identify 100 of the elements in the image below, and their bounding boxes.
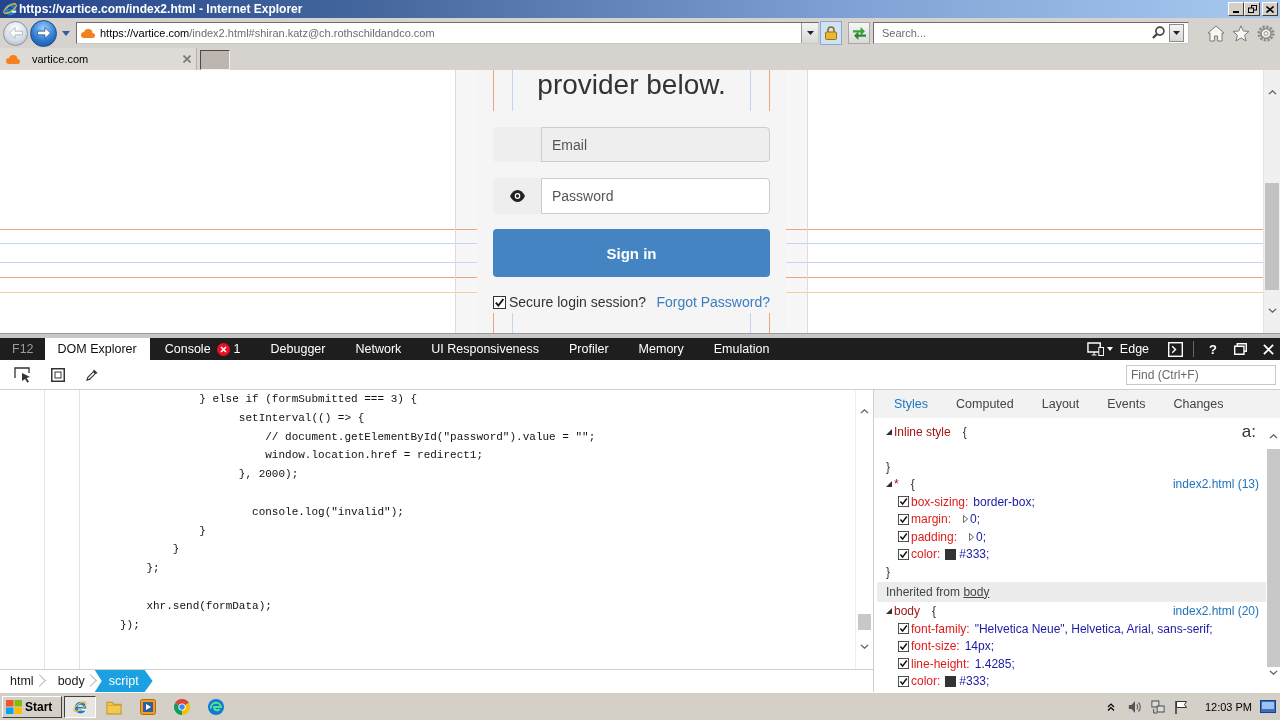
sign-in-button[interactable]: Sign in xyxy=(493,229,770,277)
color-swatch-icon[interactable] xyxy=(945,548,957,560)
property-name: margin: xyxy=(911,512,951,527)
home-icon[interactable] xyxy=(1207,24,1225,42)
expanded-triangle-icon[interactable] xyxy=(886,481,892,488)
star-icon[interactable] xyxy=(1232,24,1250,42)
body-link[interactable]: body xyxy=(963,584,990,599)
search-field[interactable]: Search... xyxy=(873,22,1189,44)
pseudo-state-toggle[interactable]: a: xyxy=(1241,423,1256,441)
property-name: color: xyxy=(911,674,941,689)
new-tab-button[interactable] xyxy=(200,50,230,70)
show-desktop-icon[interactable] xyxy=(1260,700,1276,713)
start-button[interactable]: Start xyxy=(2,695,62,718)
devtools-tab[interactable]: Emulation xyxy=(698,338,785,360)
devtools-tab[interactable]: UI Responsiveness xyxy=(416,338,554,360)
caret-down-icon[interactable] xyxy=(62,30,70,36)
input-addon xyxy=(493,127,541,162)
code-line: xhr.send(formData); xyxy=(146,599,272,612)
secure-login-label: Secure login session? xyxy=(509,294,646,310)
minimize-button[interactable] xyxy=(1228,2,1244,16)
select-element-icon[interactable] xyxy=(14,366,31,383)
search-icon[interactable] xyxy=(1152,26,1165,39)
open-brace: { xyxy=(932,604,937,619)
chevron-up-icon[interactable] xyxy=(860,409,869,414)
expanded-triangle-icon[interactable] xyxy=(886,428,892,435)
styles-tab[interactable]: Computed xyxy=(942,397,1028,411)
forward-button[interactable] xyxy=(30,19,57,47)
network-icon[interactable] xyxy=(1150,699,1165,714)
caret-down-icon xyxy=(1106,347,1113,351)
css-selector: body xyxy=(894,604,921,619)
search-dropdown-button[interactable] xyxy=(1169,24,1184,42)
devtools-tab[interactable]: Memory xyxy=(623,338,699,360)
checkbox[interactable] xyxy=(493,295,506,309)
expand-triangle-icon[interactable] xyxy=(963,515,968,524)
browser-tab[interactable]: vartice.com xyxy=(0,48,197,70)
cloud-icon xyxy=(81,28,95,38)
property-value: #333; xyxy=(959,547,990,562)
property-value: #333; xyxy=(959,674,990,689)
console-icon[interactable] xyxy=(1168,341,1184,357)
checkbox[interactable] xyxy=(898,548,909,560)
page-heading: provider below. xyxy=(537,70,726,100)
property-value: "Helvetica Neue", Helvetica, Arial, sans-serif; xyxy=(974,621,1213,636)
chevron-up-icon[interactable] xyxy=(1268,434,1278,439)
address-dropdown-button[interactable] xyxy=(801,23,818,43)
taskbar-button[interactable] xyxy=(64,695,96,718)
refresh-button[interactable] xyxy=(848,22,870,44)
scrollbar-thumb[interactable] xyxy=(1265,183,1279,290)
devtools-tab[interactable]: Network xyxy=(340,338,417,360)
square-outline-icon[interactable] xyxy=(51,367,65,382)
find-field[interactable]: Find (Ctrl+F) xyxy=(1126,364,1276,385)
checkbox[interactable] xyxy=(898,675,909,687)
emulation-mode-dropdown[interactable]: Edge xyxy=(1086,342,1150,356)
error-count: 1 xyxy=(233,342,241,356)
chevron-down-icon[interactable] xyxy=(1268,670,1278,675)
devtools-tab[interactable]: DOM Explorer xyxy=(44,338,150,360)
devtools-tab[interactable]: Profiler xyxy=(554,338,624,360)
chevron-up-icon[interactable] xyxy=(1106,702,1115,711)
css-selector: * xyxy=(894,477,899,492)
property-name: box-sizing: xyxy=(911,494,969,509)
code-line: }; xyxy=(146,562,160,575)
styles-tab[interactable]: Layout xyxy=(1027,397,1094,411)
scrollbar-thumb[interactable] xyxy=(858,614,871,630)
chevron-down-icon[interactable] xyxy=(860,644,869,649)
expand-triangle-icon[interactable] xyxy=(969,532,975,541)
color-swatch-icon[interactable] xyxy=(945,675,957,687)
scrollbar-thumb[interactable] xyxy=(1266,449,1280,667)
checkbox[interactable] xyxy=(898,513,909,525)
breadcrumb[interactable]: html xyxy=(0,670,48,692)
address-field[interactable]: https://vartice.com/index2.html#shiran.katz@ch.rothschildandco.com xyxy=(76,22,819,44)
flag-icon[interactable] xyxy=(1173,699,1188,714)
devtools-tab[interactable]: Console 1 xyxy=(149,338,256,360)
styles-tab[interactable]: Styles xyxy=(880,397,943,411)
restore-button[interactable] xyxy=(1244,2,1260,16)
source-link[interactable]: index2.html (13) xyxy=(1172,477,1259,492)
restore-icon[interactable] xyxy=(1234,343,1247,355)
code-line: }, 2000); xyxy=(238,468,299,481)
close-button[interactable] xyxy=(1262,2,1278,16)
checkbox[interactable] xyxy=(898,623,909,635)
close-brace: } xyxy=(886,459,890,474)
styles-tab[interactable]: Changes xyxy=(1159,397,1238,411)
open-brace: { xyxy=(962,424,967,439)
chevron-down-icon[interactable] xyxy=(1267,308,1277,313)
checkbox[interactable] xyxy=(898,640,909,652)
expanded-triangle-icon[interactable] xyxy=(886,608,892,615)
devtools-tab[interactable]: Debugger xyxy=(255,338,341,360)
password-field[interactable]: Password xyxy=(541,178,770,214)
source-link[interactable]: index2.html (20) xyxy=(1172,604,1259,619)
settings-icon[interactable] xyxy=(1257,24,1275,42)
property-value: border-box; xyxy=(973,494,1035,509)
checkbox[interactable] xyxy=(898,658,909,670)
help-button[interactable]: ? xyxy=(1206,341,1220,357)
eye-icon[interactable] xyxy=(509,190,525,202)
eyedropper-icon[interactable] xyxy=(86,368,99,381)
checkbox[interactable] xyxy=(898,531,909,543)
forgot-password-link[interactable]: Forgot Password? xyxy=(656,294,770,310)
checkbox[interactable] xyxy=(898,496,909,508)
styles-tab[interactable]: Events xyxy=(1093,397,1160,411)
speaker-icon[interactable] xyxy=(1127,699,1142,714)
code-line: } else if (formSubmitted === 3) { xyxy=(199,393,418,405)
code-line: setInterval(() => { xyxy=(238,411,365,424)
